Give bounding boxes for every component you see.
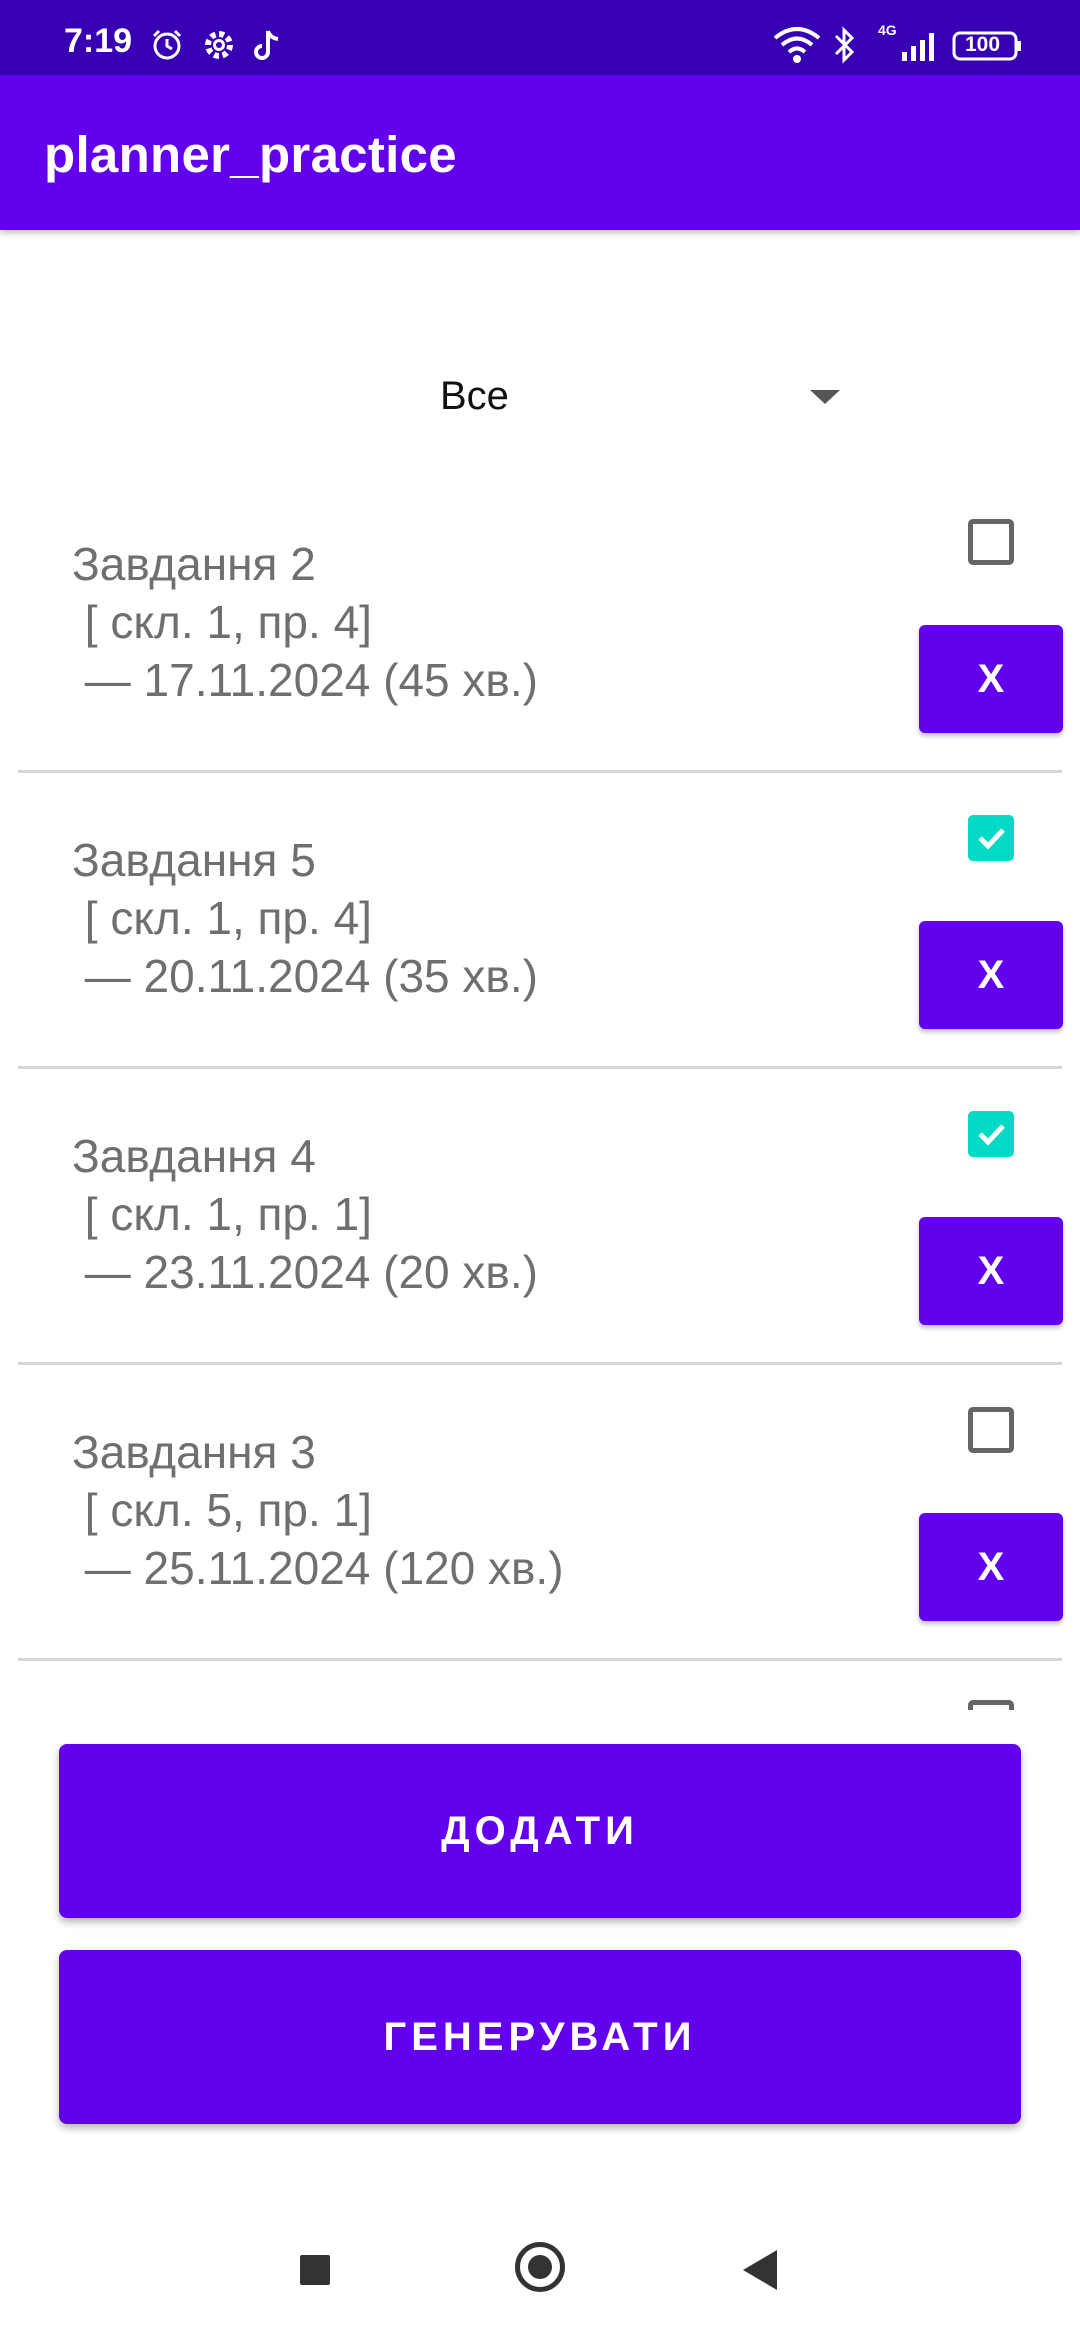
task-done-checkbox[interactable] (968, 519, 1014, 565)
add-task-button[interactable]: ДОДАТИ (59, 1744, 1021, 1918)
bluetooth-icon (832, 26, 858, 69)
task-done-checkbox[interactable] (968, 815, 1014, 861)
task-title: Завдання 2 (72, 538, 316, 590)
app-bar: planner_practice (0, 75, 1080, 230)
signal-icon (900, 30, 940, 67)
task-done-checkbox[interactable] (968, 1700, 1014, 1710)
app-title: planner_practice (44, 126, 457, 183)
task-row: Завдання 4 [ скл. 1, пр. 1] — 23.11.2024… (0, 1067, 1080, 1363)
delete-task-button[interactable]: X (919, 1217, 1063, 1325)
status-time: 7:19 (64, 22, 133, 60)
recent-apps-button[interactable] (300, 2255, 330, 2285)
delete-task-button[interactable]: X (919, 921, 1063, 1029)
filter-selected-value: Все (440, 374, 509, 418)
task-title: Завдання 5 (72, 834, 316, 886)
task-due: — 20.11.2024 (35 хв.) (72, 950, 538, 1002)
battery-level: 100 (965, 33, 1001, 56)
task-text: Завдання 4 [ скл. 1, пр. 1] — 23.11.2024… (72, 1127, 538, 1301)
row-divider (18, 1658, 1062, 1661)
task-row: Завдання 3 [ скл. 5, пр. 1] — 25.11.2024… (0, 1363, 1080, 1659)
task-due: — 23.11.2024 (20 хв.) (72, 1246, 538, 1298)
home-icon (528, 2255, 552, 2279)
network-type: 4G (878, 22, 897, 38)
checkmark-icon (978, 828, 1005, 850)
task-done-checkbox[interactable] (968, 1111, 1014, 1157)
gear-icon (202, 28, 236, 67)
task-meta: [ скл. 1, пр. 1] (72, 1188, 372, 1240)
task-row: Завдання 2 [ скл. 1, пр. 4] — 17.11.2024… (0, 475, 1080, 771)
screen: 7:19 4G 100 planner_practice Все Завданн… (0, 0, 1080, 2340)
task-list[interactable]: Завдання 2 [ скл. 1, пр. 4] — 17.11.2024… (0, 475, 1080, 1710)
task-due: — 25.11.2024 (120 хв.) (72, 1542, 564, 1594)
tiktok-icon (252, 28, 284, 67)
task-row: Завдання 5 [ скл. 1, пр. 4] — 20.11.2024… (0, 771, 1080, 1067)
alarm-icon (150, 28, 184, 67)
status-bar: 7:19 4G 100 (0, 0, 1080, 75)
task-meta: [ скл. 1, пр. 4] (72, 892, 372, 944)
delete-task-button[interactable]: X (919, 1513, 1063, 1621)
navigation-bar (0, 2220, 1080, 2340)
home-button[interactable] (515, 2242, 565, 2292)
task-title: Завдання 4 (72, 1130, 316, 1182)
task-done-checkbox[interactable] (968, 1407, 1014, 1453)
task-text: Завдання 2 [ скл. 1, пр. 4] — 17.11.2024… (72, 535, 538, 709)
back-button[interactable] (743, 2250, 777, 2290)
task-due: — 17.11.2024 (45 хв.) (72, 654, 538, 706)
checkmark-icon (978, 1124, 1005, 1146)
delete-task-button[interactable]: X (919, 625, 1063, 733)
task-title: Завдання 3 (72, 1426, 316, 1478)
generate-button[interactable]: ГЕНЕРУВАТИ (59, 1950, 1021, 2124)
wifi-icon (772, 26, 822, 69)
task-meta: [ скл. 5, пр. 1] (72, 1484, 372, 1536)
chevron-down-icon (810, 390, 840, 404)
filter-spinner[interactable]: Все (420, 360, 860, 432)
task-text: Завдання 5 [ скл. 1, пр. 4] — 20.11.2024… (72, 831, 538, 1005)
task-meta: [ скл. 1, пр. 4] (72, 596, 372, 648)
battery-icon: 100 (952, 30, 1024, 67)
task-text: Завдання 3 [ скл. 5, пр. 1] — 25.11.2024… (72, 1423, 564, 1597)
